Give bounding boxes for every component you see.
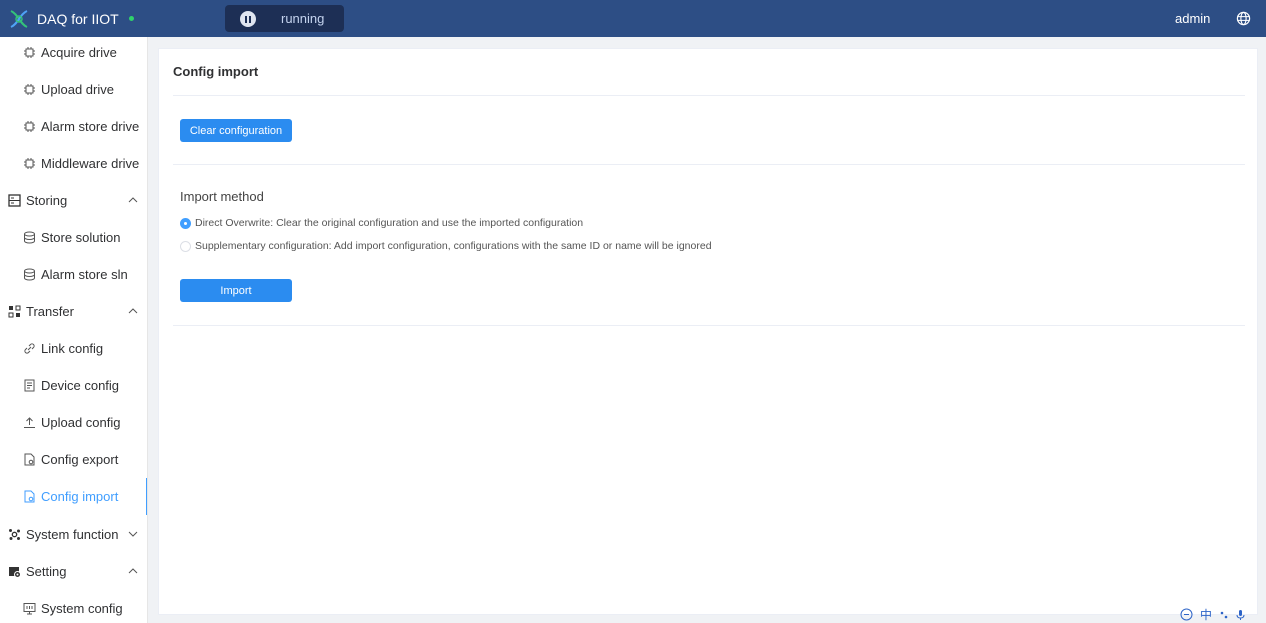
sidebar-item-label: Config export — [41, 452, 119, 467]
radio-button[interactable] — [180, 240, 191, 252]
sidebar-item-device-config[interactable]: Device config — [0, 367, 147, 404]
chip-icon — [24, 158, 35, 169]
system-tray: 中 — [1180, 606, 1266, 623]
sidebar-item-label: Middleware drive — [41, 156, 140, 171]
sidebar-item-acquire-drive[interactable]: Acquire drive — [0, 37, 147, 71]
ime-badge-icon[interactable] — [1180, 608, 1193, 621]
divider — [173, 325, 1245, 326]
logo-icon — [10, 10, 28, 28]
sidebar-item-upload-config[interactable]: Upload config — [0, 404, 147, 441]
file-import-icon — [24, 490, 35, 503]
sidebar-item-label: Alarm store sln — [41, 267, 128, 282]
status-dot — [129, 16, 134, 21]
sidebar-item-upload-drive[interactable]: Upload drive — [0, 71, 147, 108]
database-icon — [24, 231, 35, 244]
storage-icon — [8, 194, 21, 207]
clear-configuration-button[interactable]: Clear configuration — [180, 119, 292, 142]
sidebar-item-label: Config import — [41, 489, 119, 504]
sidebar-item-middleware-drive[interactable]: Middleware drive — [0, 145, 147, 182]
import-method-label: Import method — [180, 189, 264, 204]
sidebar-item-config-export[interactable]: Config export — [0, 441, 147, 478]
sidebar-item-alarm-store-sln[interactable]: Alarm store sln — [0, 256, 147, 293]
sidebar-item-store-solution[interactable]: Store solution — [0, 219, 147, 256]
sidebar-item-label: Link config — [41, 341, 104, 356]
sidebar-item-label: Acquire drive — [41, 45, 117, 60]
sidebar-item-label: Store solution — [41, 230, 121, 245]
sidebar-item-label: Alarm store drive — [41, 119, 140, 134]
sidebar-item-label: System function — [26, 527, 119, 542]
link-icon — [24, 343, 35, 354]
top-bar: DAQ for IIOT running admin — [0, 0, 1266, 37]
config-import-panel: Config import Clear configuration Import… — [158, 48, 1258, 615]
monitor-icon — [23, 603, 36, 615]
sidebar: Acquire drive Upload drive Alarm store d… — [0, 37, 148, 623]
pause-icon — [249, 15, 251, 23]
radio-label: Supplementary configuration: Add import … — [195, 240, 712, 252]
sidebar-item-label: Upload config — [41, 415, 121, 430]
chip-icon — [24, 84, 35, 95]
file-export-icon — [24, 453, 35, 466]
database-icon — [24, 268, 35, 281]
sidebar-group-system-function[interactable]: System function — [0, 516, 147, 553]
pause-button[interactable] — [240, 11, 256, 27]
radio-label: Direct Overwrite: Clear the original con… — [195, 217, 584, 229]
chevron-up-icon — [128, 197, 138, 203]
chevron-up-icon — [128, 568, 138, 574]
sidebar-group-transfer[interactable]: Transfer — [0, 293, 147, 330]
page-title: Config import — [173, 64, 259, 79]
radio-button-checked[interactable] — [180, 217, 191, 229]
chevron-down-icon — [128, 531, 138, 537]
microphone-icon[interactable] — [1236, 609, 1245, 621]
upload-icon — [24, 417, 35, 428]
sidebar-item-label: Upload drive — [41, 82, 114, 97]
divider — [173, 95, 1245, 96]
sidebar-item-system-config[interactable]: System config — [0, 590, 147, 623]
sidebar-item-label: Transfer — [26, 304, 74, 319]
chevron-up-icon — [128, 308, 138, 314]
chip-icon — [24, 47, 35, 58]
sidebar-item-label: Device config — [41, 378, 120, 393]
document-icon — [24, 379, 35, 392]
language-globe-icon[interactable] — [1236, 11, 1251, 26]
chip-icon — [24, 121, 35, 132]
ime-language-toggle[interactable]: 中 — [1200, 606, 1212, 623]
divider — [173, 164, 1245, 165]
sidebar-group-storing[interactable]: Storing — [0, 182, 147, 219]
pause-icon — [245, 15, 247, 23]
radio-direct-overwrite[interactable]: Direct Overwrite: Clear the original con… — [180, 217, 583, 229]
run-status-text: running — [281, 11, 325, 26]
punctuation-icon[interactable] — [1219, 610, 1229, 620]
setting-icon — [9, 567, 21, 578]
radio-supplementary[interactable]: Supplementary configuration: Add import … — [180, 240, 712, 252]
sidebar-item-label: System config — [41, 601, 123, 616]
sidebar-group-setting[interactable]: Setting — [0, 553, 147, 590]
app-title: DAQ for IIOT — [37, 11, 119, 27]
transfer-icon — [8, 305, 21, 318]
run-status-bar: running — [225, 5, 344, 32]
user-menu[interactable]: admin — [1175, 11, 1210, 26]
sidebar-item-alarm-store-drive[interactable]: Alarm store drive — [0, 108, 147, 145]
sidebar-item-label: Setting — [26, 564, 67, 579]
system-icon — [9, 529, 20, 540]
sidebar-item-label: Storing — [26, 193, 68, 208]
sidebar-item-config-import[interactable]: Config import — [0, 478, 147, 515]
import-button[interactable]: Import — [180, 279, 292, 302]
sidebar-item-link-config[interactable]: Link config — [0, 330, 147, 367]
